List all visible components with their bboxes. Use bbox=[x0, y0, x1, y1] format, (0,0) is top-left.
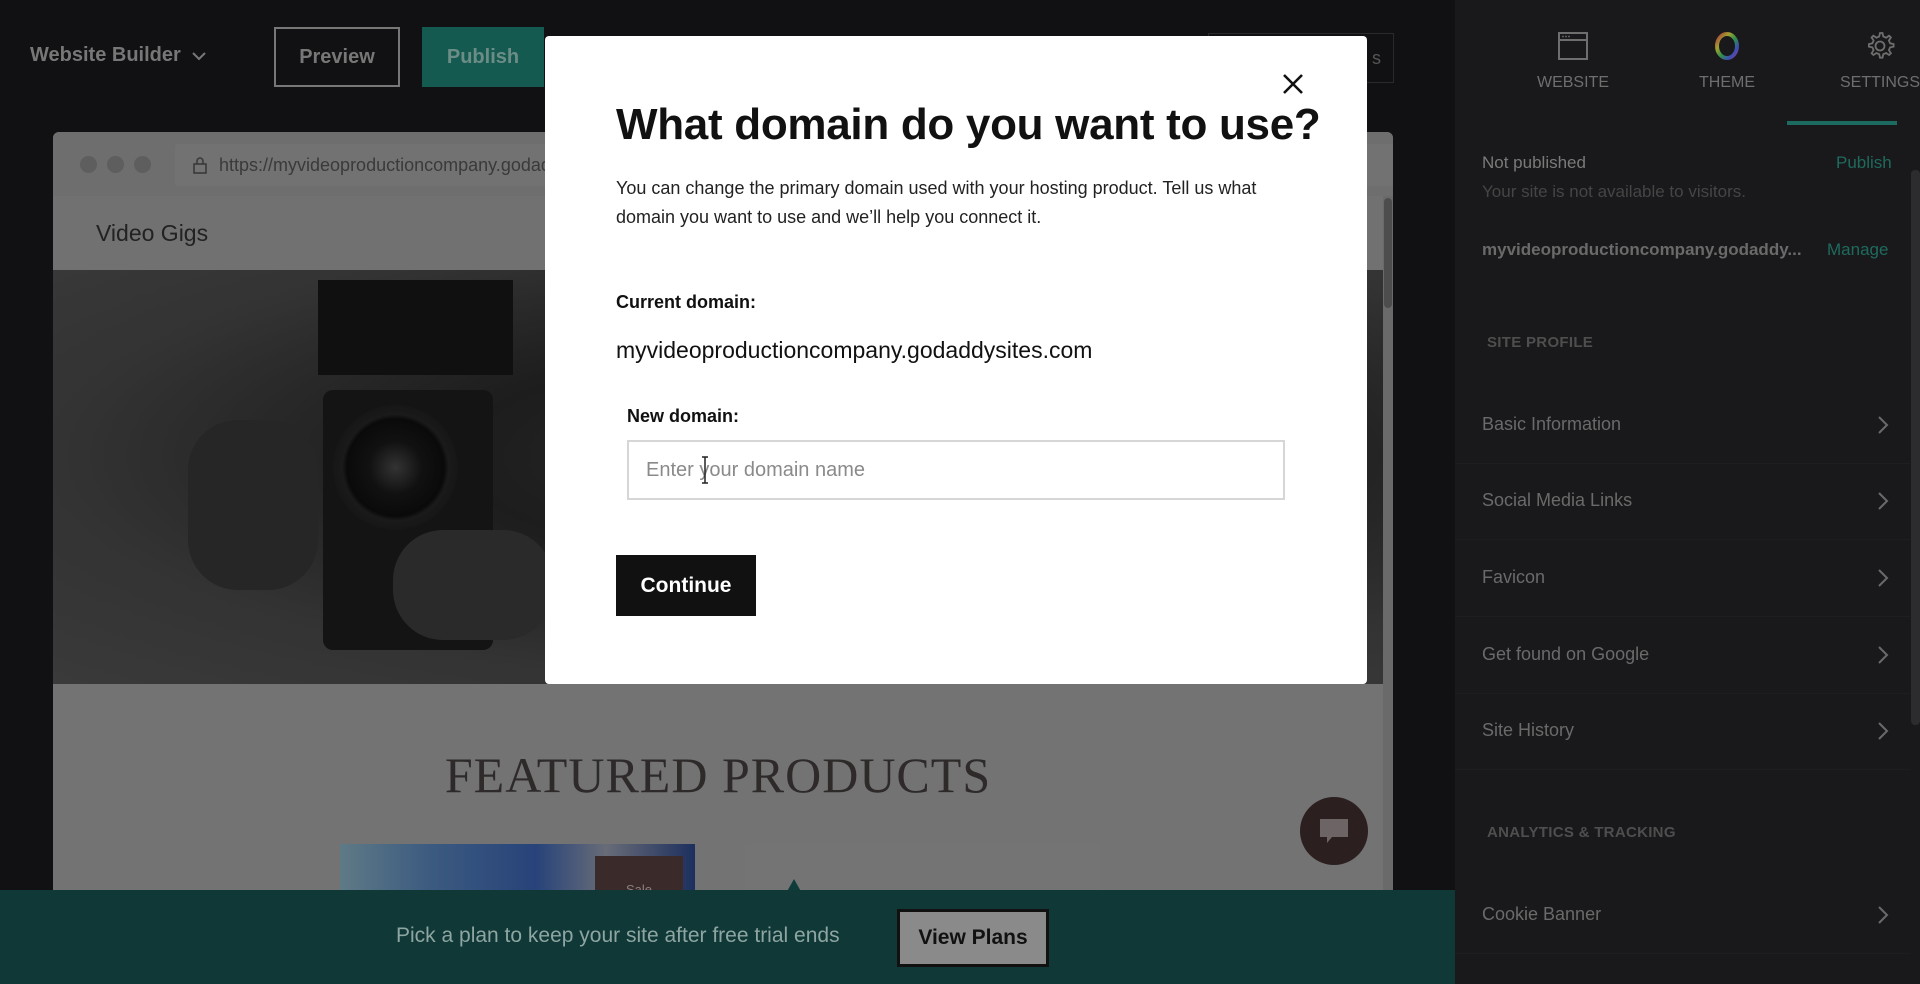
chevron-right-icon bbox=[1878, 492, 1889, 510]
window-dot-minimize bbox=[107, 156, 124, 173]
chat-bubble-icon bbox=[1320, 819, 1348, 843]
hand-shape bbox=[393, 530, 553, 640]
close-button[interactable] bbox=[1275, 66, 1311, 102]
window-dot-close bbox=[80, 156, 97, 173]
text-cursor-icon bbox=[702, 456, 708, 484]
new-domain-label: New domain: bbox=[627, 406, 740, 426]
settings-item-basic-information[interactable]: Basic Information bbox=[1455, 388, 1910, 464]
website-builder-app: Website Builder Preview Publish s https:… bbox=[0, 0, 1920, 984]
settings-item-social-media-links[interactable]: Social Media Links bbox=[1455, 464, 1910, 540]
publish-button[interactable]: Publish bbox=[422, 27, 544, 87]
settings-item-label: Social Media Links bbox=[1482, 490, 1633, 510]
color-ring-icon bbox=[1715, 32, 1739, 60]
window-controls bbox=[80, 156, 151, 173]
hand-shape bbox=[188, 420, 318, 590]
chevron-right-icon bbox=[1878, 569, 1889, 587]
preview-scrollbar-thumb[interactable] bbox=[1384, 198, 1392, 308]
settings-item-label: Favicon bbox=[1482, 567, 1546, 587]
view-plans-button[interactable]: View Plans bbox=[897, 909, 1049, 967]
continue-button[interactable]: Continue bbox=[616, 555, 756, 616]
tab-website-label: WEBSITE bbox=[1536, 74, 1609, 91]
chat-button[interactable] bbox=[1300, 797, 1368, 865]
settings-item-label: Site History bbox=[1482, 720, 1575, 740]
current-domain-value: myvideoproductioncompany.godaddysites.co… bbox=[616, 337, 1093, 363]
camera-lens-shape bbox=[333, 405, 458, 530]
trial-banner: Pick a plan to keep your site after free… bbox=[0, 890, 1455, 984]
close-icon bbox=[1283, 74, 1303, 94]
settings-item-label: Get found on Google bbox=[1482, 644, 1650, 664]
trial-banner-text: Pick a plan to keep your site after free… bbox=[396, 924, 840, 947]
preview-button[interactable]: Preview bbox=[274, 27, 400, 87]
settings-item-get-found-on-google[interactable]: Get found on Google bbox=[1455, 618, 1910, 694]
gear-icon bbox=[1868, 32, 1895, 59]
tab-theme[interactable]: THEME bbox=[1652, 30, 1802, 92]
modal-title: What domain do you want to use? bbox=[616, 100, 1321, 149]
manage-domain-link[interactable]: Manage bbox=[1827, 240, 1888, 260]
active-tab-indicator bbox=[1787, 121, 1897, 125]
panel-tabs: WEBSITE THEME SETTINGS bbox=[1455, 0, 1920, 125]
tab-settings[interactable]: SETTINGS bbox=[1805, 30, 1920, 92]
settings-item-site-history[interactable]: Site History bbox=[1455, 694, 1910, 770]
domain-modal: What domain do you want to use? You can … bbox=[545, 36, 1367, 684]
lock-icon bbox=[193, 157, 207, 174]
modal-description: You can change the primary domain used w… bbox=[616, 178, 1257, 227]
panel-publish-link[interactable]: Publish bbox=[1836, 153, 1892, 173]
settings-item-label: Basic Information bbox=[1482, 414, 1622, 434]
settings-item-cookie-banner[interactable]: Cookie Banner bbox=[1455, 878, 1910, 954]
preview-scrollbar-track[interactable] bbox=[1383, 196, 1393, 984]
publish-status: Not published bbox=[1482, 153, 1586, 172]
camera-top-shape bbox=[318, 280, 513, 375]
current-domain-label: Current domain: bbox=[616, 292, 757, 312]
chevron-right-icon bbox=[1878, 722, 1889, 740]
chevron-down-icon bbox=[192, 51, 206, 60]
section-heading-site-profile: SITE PROFILE bbox=[1487, 334, 1594, 351]
window-dot-maximize bbox=[134, 156, 151, 173]
settings-item-favicon[interactable]: Favicon bbox=[1455, 541, 1910, 617]
publish-status-subtext: Your site is not available to visitors. bbox=[1482, 182, 1746, 201]
chevron-right-icon bbox=[1878, 906, 1889, 924]
featured-products-title: FEATURED PRODUCTS bbox=[444, 747, 992, 803]
settings-item-label: Cookie Banner bbox=[1482, 904, 1602, 924]
browser-window-icon bbox=[1558, 32, 1588, 60]
site-domain: myvideoproductioncompany.godaddy... bbox=[1482, 240, 1802, 259]
website-builder-menu[interactable]: Website Builder bbox=[30, 44, 207, 67]
chevron-right-icon bbox=[1878, 646, 1889, 664]
panel-scrollbar[interactable] bbox=[1911, 170, 1920, 725]
site-title: Video Gigs bbox=[96, 220, 209, 246]
section-heading-analytics-tracking: ANALYTICS & TRACKING bbox=[1487, 824, 1676, 841]
new-domain-input[interactable] bbox=[627, 440, 1285, 500]
tab-theme-label: THEME bbox=[1699, 74, 1755, 91]
brand-label: Website Builder bbox=[30, 44, 181, 66]
tab-website[interactable]: WEBSITE bbox=[1498, 30, 1648, 92]
tab-settings-label: SETTINGS bbox=[1839, 74, 1920, 91]
chevron-right-icon bbox=[1878, 416, 1889, 434]
